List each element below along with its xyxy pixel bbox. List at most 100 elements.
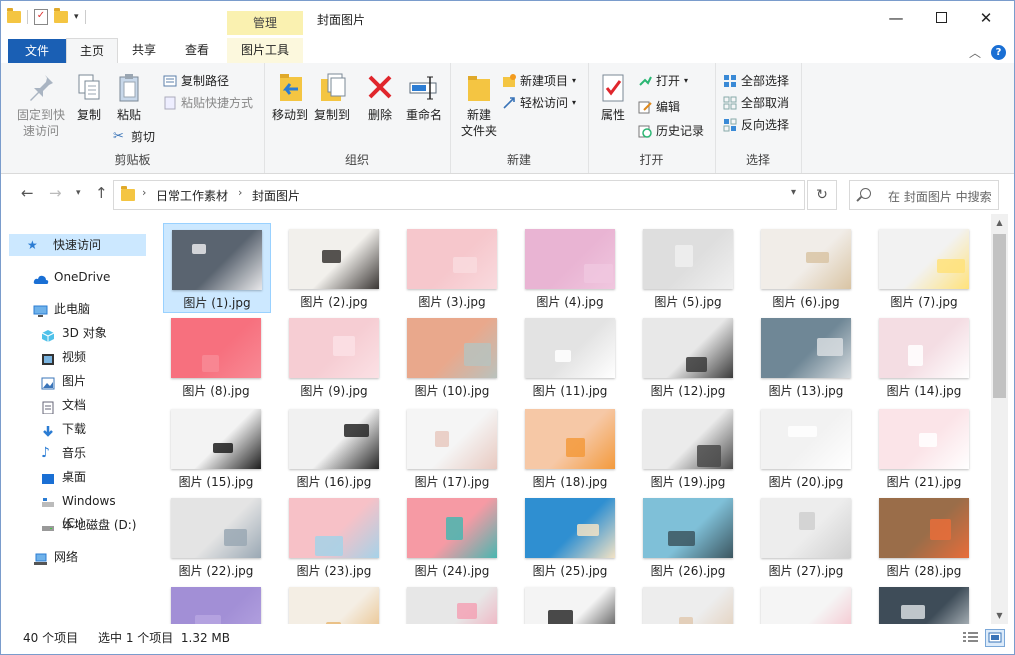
refresh-button[interactable]: ↻: [807, 180, 837, 210]
nav-documents[interactable]: 文档: [1, 394, 141, 416]
rename-button[interactable]: 重命名: [402, 71, 446, 123]
file-tile[interactable]: 图片 (16).jpg: [281, 403, 387, 491]
paste-shortcut-button[interactable]: 粘贴快捷方式: [163, 93, 253, 113]
collapse-ribbon-icon[interactable]: ︿: [969, 44, 981, 61]
nav-music[interactable]: ♪ 音乐: [1, 442, 141, 464]
properties-button[interactable]: 属性: [596, 71, 630, 123]
new-folder-qat-icon[interactable]: [54, 8, 68, 23]
nav-network[interactable]: 网络: [1, 546, 141, 568]
breadcrumb-chevron-icon[interactable]: ›: [238, 186, 242, 199]
file-tile[interactable]: 图片 (18).jpg: [517, 403, 623, 491]
file-tile[interactable]: 图片 (12).jpg: [635, 312, 741, 400]
file-tile[interactable]: 图片 (21).jpg: [871, 403, 977, 491]
file-tile[interactable]: 图片 (5).jpg: [635, 223, 741, 311]
cut-button[interactable]: ✂ 剪切: [113, 127, 155, 147]
breadcrumb-work-materials[interactable]: 日常工作素材: [156, 187, 228, 204]
file-tile[interactable]: [517, 581, 623, 624]
file-tile[interactable]: 图片 (8).jpg: [163, 312, 269, 400]
edit-button[interactable]: 编辑: [638, 97, 680, 117]
file-tile[interactable]: 图片 (14).jpg: [871, 312, 977, 400]
file-tile[interactable]: [281, 581, 387, 624]
file-tile[interactable]: 图片 (22).jpg: [163, 492, 269, 580]
vertical-scrollbar[interactable]: ▲ ▼: [991, 214, 1008, 624]
copy-button[interactable]: 复制: [71, 71, 107, 123]
file-tile[interactable]: 图片 (9).jpg: [281, 312, 387, 400]
pin-quick-access-button[interactable]: 固定到快 速访问: [11, 71, 71, 139]
file-tile[interactable]: 图片 (25).jpg: [517, 492, 623, 580]
nav-pictures[interactable]: 图片: [1, 370, 141, 392]
close-button[interactable]: ✕: [963, 1, 1009, 35]
maximize-button[interactable]: [918, 1, 964, 35]
new-folder-button[interactable]: 新建 文件夹: [456, 71, 502, 139]
minimize-button[interactable]: —: [873, 1, 919, 35]
address-bar[interactable]: › 日常工作素材 › 封面图片 ▾: [113, 180, 805, 210]
file-tile[interactable]: [163, 581, 269, 624]
scroll-up-icon[interactable]: ▲: [991, 214, 1008, 231]
nav-desktop[interactable]: 桌面: [1, 466, 141, 488]
forward-button[interactable]: →: [49, 184, 62, 202]
delete-button[interactable]: 删除: [362, 71, 398, 123]
details-view-icon[interactable]: [962, 629, 980, 645]
file-tile[interactable]: 图片 (23).jpg: [281, 492, 387, 580]
nav-downloads[interactable]: 下载: [1, 418, 141, 440]
help-icon[interactable]: ?: [991, 45, 1006, 60]
back-button[interactable]: ←: [21, 184, 34, 202]
recent-locations-dropdown[interactable]: ▾: [76, 188, 81, 198]
breadcrumb-chevron-icon[interactable]: ›: [142, 186, 146, 199]
address-dropdown-icon[interactable]: ▾: [791, 187, 796, 198]
select-all-button[interactable]: 全部选择: [723, 71, 789, 91]
file-tile[interactable]: 图片 (26).jpg: [635, 492, 741, 580]
up-button[interactable]: ↑: [95, 184, 108, 202]
file-tile[interactable]: 图片 (2).jpg: [281, 223, 387, 311]
file-tile[interactable]: 图片 (28).jpg: [871, 492, 977, 580]
scroll-thumb[interactable]: [993, 234, 1006, 398]
scroll-down-icon[interactable]: ▼: [991, 607, 1008, 624]
search-input[interactable]: 在 封面图片 中搜索: [888, 188, 992, 205]
file-tile[interactable]: [635, 581, 741, 624]
invert-selection-button[interactable]: 反向选择: [723, 115, 789, 135]
file-tile[interactable]: 图片 (15).jpg: [163, 403, 269, 491]
file-tile[interactable]: [871, 581, 977, 624]
tab-file[interactable]: 文件: [8, 39, 66, 63]
tab-share[interactable]: 共享: [119, 38, 169, 63]
copy-path-button[interactable]: 复制路径: [163, 71, 229, 91]
select-none-button[interactable]: 全部取消: [723, 93, 789, 113]
search-box[interactable]: 在 封面图片 中搜索: [849, 180, 999, 210]
file-tile[interactable]: 图片 (17).jpg: [399, 403, 505, 491]
file-tile[interactable]: 图片 (6).jpg: [753, 223, 859, 311]
history-button[interactable]: 历史记录: [638, 121, 704, 141]
nav-drive-c[interactable]: Windows (C:): [1, 490, 141, 530]
nav-onedrive[interactable]: OneDrive: [1, 266, 141, 288]
file-tile[interactable]: 图片 (19).jpg: [635, 403, 741, 491]
tab-view[interactable]: 查看: [171, 38, 223, 63]
file-tile[interactable]: 图片 (20).jpg: [753, 403, 859, 491]
file-tile[interactable]: 图片 (4).jpg: [517, 223, 623, 311]
easy-access-button[interactable]: 轻松访问 ▾: [502, 93, 576, 113]
file-tile[interactable]: [753, 581, 859, 624]
file-tile[interactable]: 图片 (11).jpg: [517, 312, 623, 400]
qat-customize-dropdown[interactable]: ▾: [74, 12, 79, 22]
file-tile[interactable]: 图片 (10).jpg: [399, 312, 505, 400]
breadcrumb-cover-images[interactable]: 封面图片: [252, 187, 300, 204]
tab-manage-context[interactable]: 管理: [227, 11, 303, 35]
file-tile[interactable]: 图片 (3).jpg: [399, 223, 505, 311]
file-tile[interactable]: 图片 (13).jpg: [753, 312, 859, 400]
file-tile[interactable]: 图片 (1).jpg: [163, 223, 271, 313]
tab-home[interactable]: 主页: [66, 38, 118, 65]
nav-videos[interactable]: 视频: [1, 346, 141, 368]
open-button[interactable]: 打开 ▾: [638, 71, 688, 91]
copy-to-button[interactable]: 复制到: [310, 71, 354, 123]
file-tile[interactable]: 图片 (24).jpg: [399, 492, 505, 580]
file-tile[interactable]: 图片 (27).jpg: [753, 492, 859, 580]
properties-qat-icon[interactable]: ✓: [34, 9, 48, 25]
file-tile[interactable]: [399, 581, 505, 624]
paste-button[interactable]: 粘贴: [111, 71, 147, 123]
large-icons-view-icon[interactable]: [985, 629, 1005, 647]
nav-drive-d[interactable]: 本地磁盘 (D:): [1, 514, 141, 536]
nav-quick-access[interactable]: ★ 快速访问: [9, 234, 146, 256]
new-item-button[interactable]: 新建项目 ▾: [502, 71, 576, 91]
tab-picture-tools[interactable]: 图片工具: [227, 38, 303, 63]
nav-this-pc[interactable]: 此电脑: [1, 298, 141, 320]
file-tile[interactable]: 图片 (7).jpg: [871, 223, 977, 311]
move-to-button[interactable]: 移动到: [268, 71, 312, 123]
